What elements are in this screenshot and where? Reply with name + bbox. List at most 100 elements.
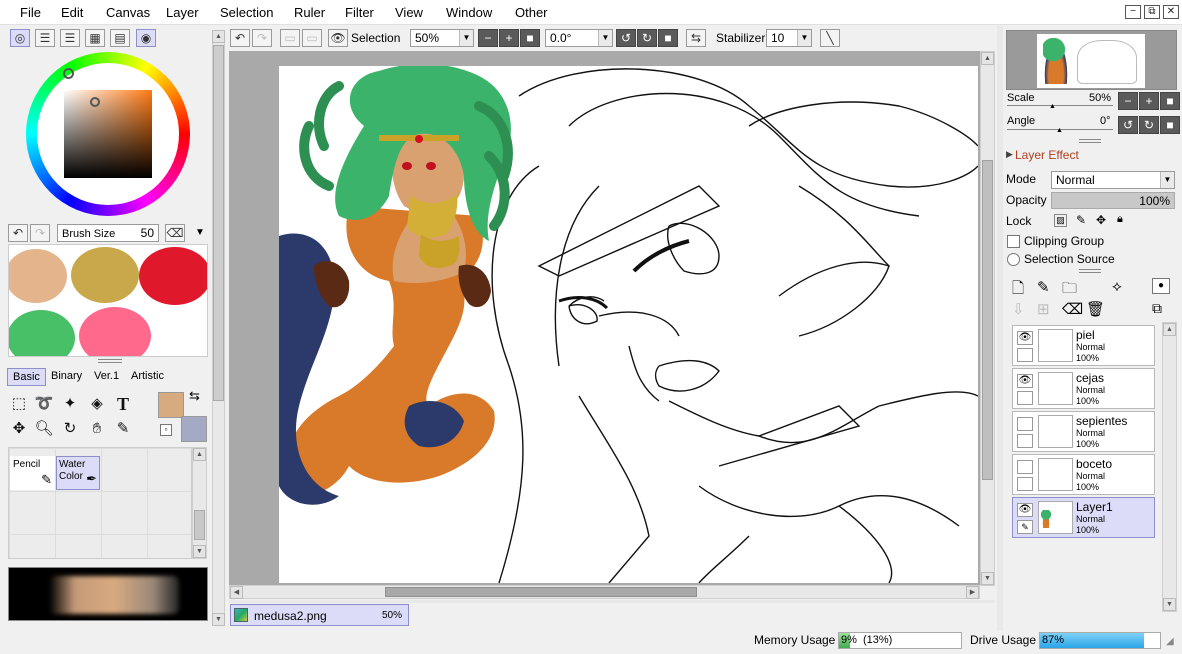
scale-plus-icon[interactable]: + <box>1139 92 1159 110</box>
minimize-button[interactable]: − <box>1125 5 1141 19</box>
rotate-right-icon[interactable]: ↻ <box>637 29 657 47</box>
text-tool-icon[interactable]: T <box>112 393 134 415</box>
angle-slider[interactable]: ▲ <box>1007 127 1113 134</box>
eyedropper-icon[interactable]: ✎ <box>112 418 134 440</box>
layer-option-icon[interactable] <box>1017 391 1033 405</box>
layer-option-icon[interactable] <box>1017 348 1033 362</box>
menu-selection[interactable]: Selection <box>220 5 273 20</box>
menu-layer[interactable]: Layer <box>166 5 199 20</box>
brush-size-field[interactable]: Brush Size 50 <box>57 224 159 242</box>
zoom-reset-icon[interactable]: ■ <box>520 29 540 47</box>
scroll-thumb[interactable] <box>194 510 205 540</box>
saturation-value-square[interactable] <box>64 90 152 178</box>
scale-reset-icon[interactable]: ■ <box>1160 92 1180 110</box>
apply-mask-icon[interactable]: ⧉ <box>1152 300 1162 317</box>
eye-icon[interactable]: 👁︎ <box>1017 331 1033 345</box>
new-linework-layer-icon[interactable]: ✎ <box>1037 278 1050 296</box>
left-scroll-down-icon[interactable]: ▼ <box>212 613 225 626</box>
rgb-slider-mode-icon[interactable]: ☰ <box>35 29 55 47</box>
navigator-splitter-handle[interactable] <box>1079 139 1101 143</box>
scroll-down-icon[interactable]: ▼ <box>193 545 206 558</box>
layer-item[interactable]: 👁︎ piel Normal 100% <box>1012 325 1155 366</box>
layer-effect-label[interactable]: Layer Effect <box>1015 148 1079 162</box>
mask-icon[interactable]: ● <box>1152 278 1170 294</box>
tab-basic[interactable]: Basic <box>7 368 46 386</box>
fill-bucket-icon[interactable]: ◈ <box>86 393 108 415</box>
layer-item[interactable]: boceto Normal 100% <box>1012 454 1155 495</box>
clear-layer-icon[interactable]: ⌫ <box>1062 300 1083 318</box>
scratchpad-mode-icon[interactable]: ▤ <box>110 29 130 47</box>
primary-color-swatch[interactable] <box>158 392 184 418</box>
swatches-mode-icon[interactable]: ◉ <box>136 29 156 47</box>
dropdown-arrow-icon[interactable]: ▼ <box>195 227 205 238</box>
layers-scroll-up-icon[interactable]: ▲ <box>1163 323 1176 336</box>
layer-item[interactable]: 👁︎ cejas Normal 100% <box>1012 368 1155 409</box>
scale-slider[interactable]: ▲ <box>1007 103 1113 110</box>
move-icon[interactable]: ✥ <box>8 418 30 440</box>
swap-colors-icon[interactable]: ⇆ <box>189 388 200 404</box>
angle-slider-thumb[interactable]: ▲ <box>1056 127 1063 134</box>
stabilizer-select[interactable]: 10 ▼ <box>766 29 812 47</box>
lock-all-icon[interactable]: 🔒︎ <box>1117 213 1123 226</box>
close-button[interactable]: ✕ <box>1163 5 1179 19</box>
scale-slider-thumb[interactable]: ▲ <box>1049 103 1056 110</box>
clipping-group-checkbox[interactable] <box>1007 235 1020 248</box>
menu-canvas[interactable]: Canvas <box>106 5 150 20</box>
brush-list-scrollbar[interactable]: ▲ ▼ <box>192 447 207 559</box>
swatch-4[interactable] <box>79 307 151 356</box>
eye-hidden-icon[interactable] <box>1017 460 1033 474</box>
menu-edit[interactable]: Edit <box>61 5 83 20</box>
menu-view[interactable]: View <box>395 5 423 20</box>
left-scroll-up-icon[interactable]: ▲ <box>212 30 225 43</box>
navigator-preview[interactable] <box>1006 30 1177 90</box>
rect-select-icon[interactable]: ⬚ <box>8 393 30 415</box>
lock-transparency-icon[interactable]: ▨ <box>1054 214 1067 227</box>
swatch-0[interactable] <box>9 249 67 303</box>
eye-icon[interactable]: 👁︎ <box>1017 503 1033 517</box>
undo-icon[interactable]: ↶ <box>230 29 250 47</box>
rotate-left-icon[interactable]: ↺ <box>616 29 636 47</box>
layer-transform-icon[interactable]: ⟡ <box>1112 278 1122 295</box>
panel-splitter[interactable] <box>997 26 1003 630</box>
canvas-hscroll-thumb[interactable] <box>385 587 697 597</box>
rotation-select[interactable]: 0.0° ▼ <box>545 29 613 47</box>
magic-wand-icon[interactable]: ✦ <box>59 393 81 415</box>
rotate-icon[interactable]: ↻ <box>59 418 81 440</box>
canvas-scroll-down-icon[interactable]: ▼ <box>981 572 994 585</box>
layer-props-splitter-handle[interactable] <box>1079 269 1101 273</box>
angle-reset-icon[interactable]: ■ <box>1160 116 1180 134</box>
redo-icon[interactable]: ↷ <box>252 29 272 47</box>
color-cursor-icon[interactable] <box>90 97 100 107</box>
color-wheel-mode-icon[interactable]: ◎ <box>10 29 30 47</box>
restore-button[interactable]: ⧉ <box>1144 5 1160 19</box>
selection-visibility-icon[interactable]: 👁︎ <box>328 29 348 47</box>
selection-source-radio[interactable] <box>1007 253 1020 266</box>
transfer-down-icon[interactable]: ⇩ <box>1012 300 1025 318</box>
layer-option-icon[interactable] <box>1017 477 1033 491</box>
menu-other[interactable]: Other <box>515 5 548 20</box>
eye-hidden-icon[interactable] <box>1017 417 1033 431</box>
hsv-slider-mode-icon[interactable]: ☰ <box>60 29 80 47</box>
canvas-scroll-up-icon[interactable]: ▲ <box>981 52 994 65</box>
canvas-horizontal-scrollbar[interactable]: ◀ ▶ <box>229 585 980 599</box>
delete-layer-icon[interactable]: 🗑︎ <box>1086 300 1105 318</box>
eraser-color-icon[interactable]: ⌫ <box>165 224 185 242</box>
tab-ver1[interactable]: Ver.1 <box>89 368 124 386</box>
panel-splitter-handle[interactable] <box>98 359 122 363</box>
pen-icon[interactable]: ✎ <box>1017 520 1033 534</box>
hue-cursor-icon[interactable] <box>63 68 74 79</box>
rotation-reset-icon[interactable]: ■ <box>658 29 678 47</box>
menu-ruler[interactable]: Ruler <box>294 5 325 20</box>
left-scroll-thumb[interactable] <box>213 45 224 401</box>
eye-icon[interactable]: 👁︎ <box>1017 374 1033 388</box>
swatch-1[interactable] <box>71 247 139 303</box>
palette-mode-icon[interactable]: ▦ <box>85 29 105 47</box>
canvas-scroll-right-icon[interactable]: ▶ <box>966 586 979 599</box>
deselect-icon[interactable]: ▭ <box>280 29 300 47</box>
brush-watercolor[interactable]: Water Color ✒ <box>56 456 100 490</box>
layer-item-selected[interactable]: 👁︎ ✎ Layer1 Normal 100% <box>1012 497 1155 538</box>
brush-pencil[interactable]: Pencil ✎ <box>10 456 55 490</box>
angle-rotate-right-icon[interactable]: ↻ <box>1139 116 1159 134</box>
layer-item[interactable]: sepientes Normal 100% <box>1012 411 1155 452</box>
angle-rotate-left-icon[interactable]: ↺ <box>1118 116 1138 134</box>
